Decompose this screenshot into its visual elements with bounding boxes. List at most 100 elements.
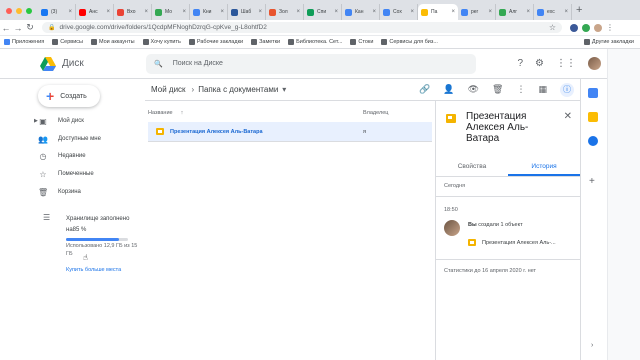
help-icon[interactable]: ? [517, 58, 523, 69]
browser-tab[interactable]: Вхо × [114, 4, 152, 20]
profile-avatar[interactable] [594, 23, 602, 32]
sidebar-item-starred[interactable]: ☆ Помеченные [38, 167, 138, 181]
favicon-icon [383, 8, 390, 16]
sidebar-item-my-drive[interactable]: ▶ ▣ Мой диск [34, 114, 138, 128]
browser-tab[interactable]: exc × [534, 4, 572, 20]
link-icon[interactable]: 🔗 [419, 84, 430, 95]
close-tab-icon[interactable]: × [410, 9, 414, 15]
close-tab-icon[interactable]: × [372, 9, 376, 15]
drive-logo[interactable]: Диск [40, 56, 140, 71]
history-file[interactable]: Презентация Алексея Аль-... [468, 239, 556, 246]
sort-arrow-up-icon[interactable]: ↑ [181, 110, 184, 116]
browser-tab[interactable]: Шаб × [228, 4, 266, 20]
browser-tab[interactable]: Зол × [266, 4, 304, 20]
details-pane: Презентация Алексея Аль-Ватара ✕ Свойств… [435, 101, 581, 360]
add-addon-icon[interactable]: + [589, 176, 595, 187]
browser-tab[interactable]: (3) × [38, 4, 76, 20]
sidebar-item-trash[interactable]: 🗑 Корзина [38, 185, 138, 199]
preview-eye-icon[interactable]: 👁 [468, 84, 479, 95]
browser-tab[interactable]: Кан × [342, 4, 380, 20]
mouse-cursor-icon: ☝ [83, 253, 88, 262]
column-owner-header[interactable]: Владелец [363, 110, 388, 116]
new-tab-button[interactable]: + [572, 3, 582, 20]
add-person-icon[interactable]: 👤 [443, 84, 454, 95]
bookmark-item[interactable]: Хочу купить [139, 39, 185, 45]
close-tab-icon[interactable]: × [68, 9, 72, 15]
create-button[interactable]: + Создать [38, 85, 100, 107]
apps-grid-icon[interactable]: ⋮⋮ [556, 58, 576, 69]
minimize-window-button[interactable] [16, 8, 22, 14]
calendar-icon[interactable] [588, 88, 598, 98]
trash-icon[interactable]: 🗑 [492, 84, 503, 95]
close-icon[interactable]: ✕ [564, 111, 572, 122]
bookmark-item[interactable]: Сервисы [48, 39, 87, 45]
info-icon[interactable]: ⓘ [560, 82, 574, 97]
chevron-down-icon[interactable]: ▾ [282, 85, 286, 94]
sidebar-item-shared[interactable]: 👥 Доступные мне [38, 132, 138, 146]
browser-tab[interactable]: Сох × [380, 4, 418, 20]
close-tab-icon[interactable]: × [182, 9, 186, 15]
avatar[interactable] [588, 57, 601, 70]
close-tab-icon[interactable]: × [451, 9, 455, 15]
browser-tab[interactable]: Кни × [190, 4, 228, 20]
bookmark-item[interactable]: Приложения [0, 39, 48, 45]
gear-icon[interactable]: ⚙ [535, 58, 544, 69]
history-stats: Статистики до 16 апреля 2020 г. нет [444, 268, 537, 274]
browser-menu-icon[interactable]: ⋮ [606, 23, 614, 32]
keep-icon[interactable] [588, 112, 598, 122]
close-tab-icon[interactable]: × [488, 9, 492, 15]
bookmark-item[interactable]: Библиотека. Сет... [284, 39, 346, 45]
bookmark-star-icon[interactable]: ☆ [549, 23, 556, 32]
close-window-button[interactable] [6, 8, 12, 14]
expand-caret-icon[interactable]: ▶ [34, 118, 38, 124]
more-vert-icon[interactable]: ⋮ [516, 84, 525, 95]
forward-icon[interactable]: → [12, 23, 24, 33]
close-tab-icon[interactable]: × [258, 9, 262, 15]
bookmark-item[interactable]: Стоки [346, 39, 377, 45]
search-input[interactable]: 🔍 Поиск на Диске [146, 53, 476, 74]
extension-icon[interactable] [570, 23, 578, 32]
breadcrumb-current[interactable]: Папка с документами [194, 85, 282, 94]
maximize-window-button[interactable] [26, 8, 32, 14]
sidebar-item-recent[interactable]: ◷ Недавние [38, 149, 138, 163]
bookmark-item[interactable]: Мои аккаунты [87, 39, 139, 45]
tasks-icon[interactable] [588, 136, 598, 146]
grid-view-icon[interactable]: ▦ [538, 84, 547, 95]
close-tab-icon[interactable]: × [220, 9, 224, 15]
bookmark-item[interactable]: Рабочие закладки [185, 39, 247, 45]
buy-storage-link[interactable]: Купить больше места [66, 267, 121, 273]
column-name-header[interactable]: Название ↑ [148, 110, 363, 116]
browser-tab[interactable]: per × [458, 4, 496, 20]
browser-tab[interactable]: Мо × [152, 4, 190, 20]
reload-icon[interactable]: ↻ [24, 22, 36, 33]
extension-icon[interactable] [582, 23, 590, 32]
search-placeholder: Поиск на Диске [172, 60, 223, 67]
breadcrumb-root[interactable]: Мой диск [145, 85, 192, 94]
tab-label: Сох [393, 9, 402, 15]
close-tab-icon[interactable]: × [144, 9, 148, 15]
favicon-icon [421, 8, 428, 16]
close-tab-icon[interactable]: × [106, 9, 110, 15]
bookmark-label: Сервисы [60, 39, 83, 45]
browser-tab[interactable]: Анс × [76, 4, 114, 20]
bookmark-label: Рабочие закладки [196, 39, 244, 45]
bookmark-item[interactable]: Сервисы для биз... [377, 39, 442, 45]
back-icon[interactable]: ← [0, 23, 12, 33]
browser-tab[interactable]: Па × [418, 4, 458, 20]
close-tab-icon[interactable]: × [334, 9, 338, 15]
browser-tabstrip: (3) × Анс × Вхо × Мо × Кни × Шаб × Зол × Спи × Кан × Сох × П… [0, 0, 640, 20]
close-tab-icon[interactable]: × [526, 9, 530, 15]
chevron-right-icon[interactable]: › [591, 342, 593, 349]
close-tab-icon[interactable]: × [296, 9, 300, 15]
url-field[interactable]: 🔒 drive.google.com/drive/folders/1QcdpMF… [42, 22, 562, 33]
history-time: 18:50 [444, 207, 458, 213]
bookmark-item[interactable]: Заметки [247, 39, 284, 45]
tab-history[interactable]: История [508, 159, 580, 176]
tab-properties[interactable]: Свойства [436, 159, 508, 176]
browser-tab[interactable]: Алг × [496, 4, 534, 20]
close-tab-icon[interactable]: × [564, 9, 568, 15]
browser-tab[interactable]: Спи × [304, 4, 342, 20]
bookmark-other[interactable]: Другие закладки [583, 39, 640, 45]
table-row[interactable]: Презентация Алексея Аль-Ватара я [148, 122, 432, 142]
sidebar-item-label: Корзина [58, 189, 81, 195]
